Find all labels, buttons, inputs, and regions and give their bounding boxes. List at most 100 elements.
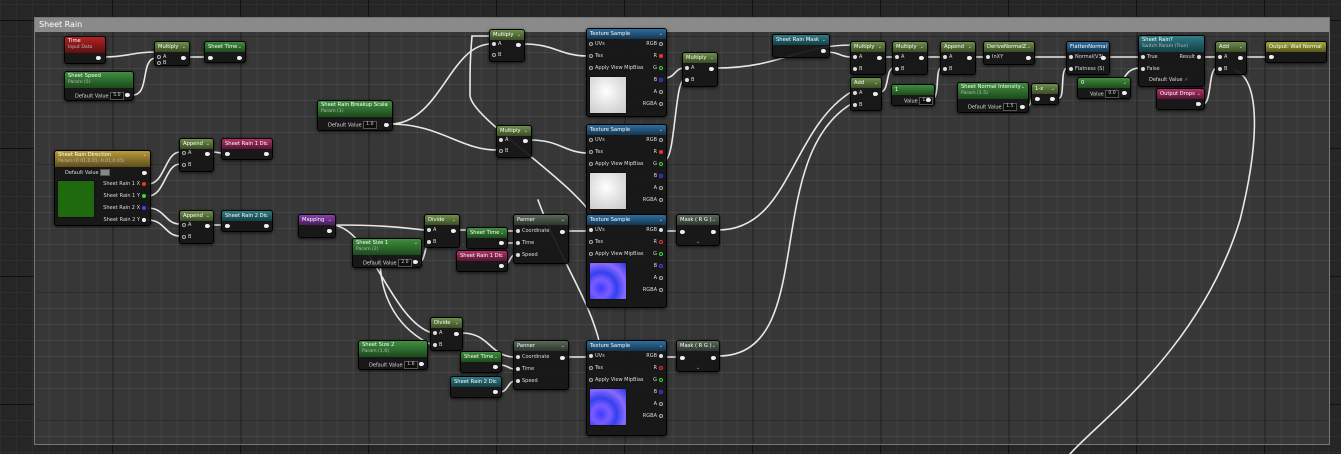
output-pin[interactable] — [208, 56, 213, 60]
pin-rgb[interactable]: RGB — [646, 137, 665, 144]
pin-a[interactable]: A — [941, 54, 952, 61]
pin-r[interactable]: R — [654, 365, 665, 372]
node-derive-normal-z[interactable]: DeriveNormalZ ⌄ InXY — [983, 41, 1035, 65]
pin-a[interactable]: A — [654, 275, 665, 282]
pin-coordinate[interactable]: Coordinate — [514, 228, 549, 235]
output-pin[interactable] — [1238, 56, 1243, 60]
pin-a[interactable]: A — [1216, 54, 1227, 61]
node-sheet-rain-1-dir-ref[interactable]: Sheet Rain 1 Dir ⌄ — [456, 250, 508, 272]
output-pin[interactable] — [709, 67, 714, 71]
value-field[interactable]: 1.5 — [1003, 103, 1017, 111]
pin-tex[interactable]: Tex — [587, 149, 603, 156]
pin-rain1y[interactable]: Sheet Rain 1 Y — [104, 193, 148, 200]
node-sheet-rain-direction[interactable]: Sheet Rain Direction Param (0.01,0.01,-0.… — [54, 150, 151, 226]
output-pin[interactable] — [451, 229, 456, 233]
node-append-1[interactable]: Append ⌄ A B — [179, 138, 214, 172]
pin-a[interactable]: A — [654, 89, 665, 96]
value-field[interactable]: 1.6 — [404, 361, 418, 369]
pin-flatness[interactable]: Flatness (S) — [1067, 66, 1104, 73]
pin-mip[interactable]: Apply View MipBias — [587, 161, 644, 168]
node-sheet-rain-switch[interactable]: Sheet Rain? Switch Param (True) True Fals… — [1138, 35, 1205, 87]
pin-rgba[interactable]: RGBA — [643, 101, 665, 108]
output-pin[interactable] — [96, 56, 101, 60]
node-mask-rg-2[interactable]: Mask ( R G ) ⌄ ⌄ — [676, 340, 720, 372]
node-multiply-mid[interactable]: Multiply ⌄ A B — [682, 52, 718, 87]
value-field[interactable]: 1.0 — [363, 121, 377, 129]
output-pin[interactable] — [225, 224, 230, 228]
pin-speed[interactable]: Speed — [514, 378, 538, 385]
node-sheet-normal-intensity[interactable]: Sheet Normal Intensity Param (1.5) ⌄ Defau… — [957, 82, 1029, 113]
node-sheet-rain-2-dir[interactable]: Sheet Rain 2 Dir ⌄ — [221, 210, 273, 232]
node-mapping[interactable]: Mapping ⌄ — [298, 214, 336, 238]
output-pin[interactable] — [499, 264, 504, 268]
value-field[interactable]: 2.0 — [398, 259, 412, 267]
pin-r[interactable]: R — [654, 149, 665, 156]
node-multiply-b[interactable]: Multiply ⌄ A B — [496, 125, 532, 158]
pin-b[interactable]: B — [431, 342, 442, 349]
output-pin[interactable] — [821, 49, 826, 53]
input-pin[interactable] — [1269, 55, 1274, 59]
node-panner-2[interactable]: Panner ⌄ Coordinate Time Speed — [513, 340, 569, 390]
node-panner-1[interactable]: Panner ⌄ Coordinate Time Speed — [513, 214, 569, 264]
output-pin[interactable] — [493, 365, 498, 369]
pin-coordinate[interactable]: Coordinate — [514, 354, 549, 361]
node-constant-1[interactable]: 1 Value 1.0 — [891, 84, 935, 106]
node-append-2[interactable]: Append ⌄ A B — [179, 210, 214, 244]
pin-a[interactable]: A — [180, 150, 191, 157]
output-pin[interactable] — [142, 171, 147, 175]
node-sheet-time-out[interactable]: Sheet Time ⌄ — [204, 41, 246, 63]
pin-b[interactable]: B — [1216, 66, 1227, 73]
pin-rgb[interactable]: RGB — [646, 227, 665, 234]
input-pin[interactable] — [1035, 97, 1040, 101]
pin-b[interactable]: B — [654, 389, 665, 396]
pin-result[interactable]: Result — [1180, 54, 1203, 61]
output-pin[interactable] — [1026, 56, 1031, 60]
pin-uvs[interactable]: UVs — [587, 353, 605, 360]
pin-a[interactable]: A — [180, 222, 191, 229]
output-pin[interactable] — [873, 92, 878, 96]
pin-rain2x[interactable]: Sheet Rain 2 X — [103, 205, 148, 212]
pin-mip[interactable]: Apply View MipBias — [587, 65, 644, 72]
pin-a[interactable]: A — [490, 41, 501, 48]
node-sheet-rain-breakup-scale[interactable]: Sheet Rain Breakup Scale Param (1) ⌄ Defau… — [317, 100, 393, 131]
pin-rain1x[interactable]: Sheet Rain 1 X — [103, 181, 148, 188]
node-add-r1[interactable]: Add ⌄ A B — [850, 77, 882, 111]
pin-uvs[interactable]: UVs — [587, 227, 605, 234]
pin-time[interactable]: Time — [514, 366, 534, 373]
pin-time[interactable]: Time — [514, 240, 534, 247]
node-output-drops[interactable]: Output Drops ⌄ — [1156, 88, 1205, 110]
pin-rgba[interactable]: RGBA — [643, 287, 665, 294]
output-pin[interactable] — [125, 93, 130, 97]
pin-normal[interactable]: Normal(V3) — [1067, 54, 1104, 61]
pin-a[interactable]: A — [431, 330, 442, 337]
pin-b[interactable]: B — [490, 52, 501, 59]
output-pin[interactable] — [1196, 102, 1201, 106]
output-pin[interactable] — [205, 224, 210, 228]
pin-rgb[interactable]: RGB — [646, 41, 665, 48]
value-field[interactable]: 0.0 — [1105, 90, 1119, 98]
pin-b[interactable]: B — [654, 77, 665, 84]
node-sheet-time-2[interactable]: Sheet Time ⌄ — [460, 351, 502, 373]
pin-b[interactable]: B — [654, 263, 665, 270]
pin-g[interactable]: G — [653, 65, 665, 72]
pin-rgba[interactable]: RGBA — [643, 197, 665, 204]
pin-a[interactable]: A — [851, 90, 862, 97]
node-time[interactable]: Time Input Data — [64, 36, 106, 64]
pin-rgb[interactable]: RGB — [646, 353, 665, 360]
output-pin[interactable] — [493, 390, 498, 394]
pin-speed[interactable]: Speed — [514, 252, 538, 259]
pin-uvs[interactable]: UVs — [587, 41, 605, 48]
pin-g[interactable]: G — [653, 377, 665, 384]
pin-b[interactable]: B — [851, 66, 862, 73]
node-multiply-a[interactable]: Multiply ⌄ A B — [489, 29, 525, 62]
node-constant-0[interactable]: 0 ⌄ Value 0.0 — [1077, 77, 1131, 99]
checkmark-icon[interactable]: ✓ — [1184, 77, 1188, 83]
node-sheet-rain-mask[interactable]: Sheet Rain Mask ⌄ — [772, 34, 830, 58]
output-pin[interactable] — [384, 123, 389, 127]
node-sheet-size-1[interactable]: Sheet Size 1 Param (2) ⌄ Default Value 2.0 — [352, 238, 422, 268]
pin-a[interactable]: A — [683, 65, 694, 72]
output-pin[interactable] — [413, 260, 418, 264]
output-pin[interactable] — [1101, 56, 1106, 60]
node-texture-sample-3[interactable]: Texture Sample ⌄ UVs Tex Apply View MipBi… — [586, 214, 667, 308]
node-sheet-rain-1-dir[interactable]: Sheet Rain 1 Dir ⌄ — [221, 138, 273, 160]
